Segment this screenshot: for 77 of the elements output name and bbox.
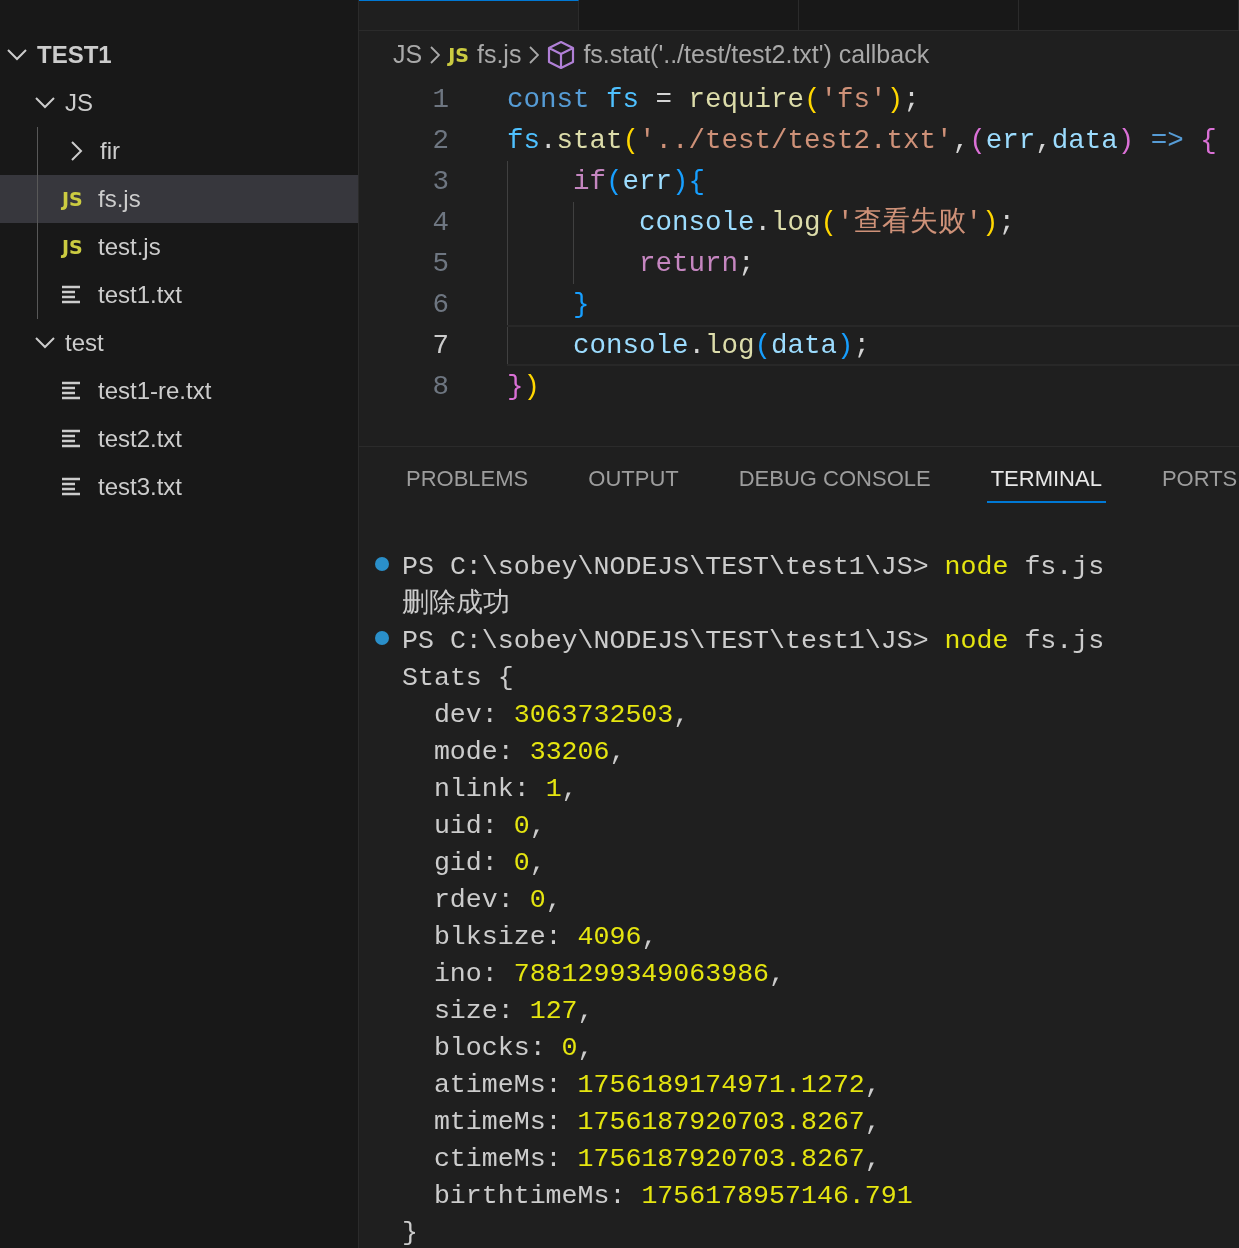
code-line: console.log(data); [507, 325, 1239, 366]
terminal-line: mtimeMs: 1756187920703.8267, [433, 1105, 881, 1139]
chevron-right-icon [430, 46, 441, 64]
terminal-line: nlink: 1, [433, 772, 578, 806]
chevron-down-icon [7, 49, 27, 61]
cube-icon [547, 40, 576, 70]
tree-label: test1-re.txt [98, 376, 212, 406]
tree-label: test3.txt [98, 472, 183, 502]
text-lines-icon [62, 285, 80, 305]
line-number: 2 [431, 123, 450, 158]
text-lines-icon [62, 381, 80, 401]
terminal-line: birthtimeMs: 1756178957146.791 [433, 1179, 913, 1213]
terminal-line: } [402, 1216, 418, 1248]
line-number: 7 [431, 328, 450, 363]
terminal-line: ctimeMs: 1756187920703.8267, [433, 1142, 881, 1176]
line-number: 4 [431, 205, 450, 240]
chevron-down-icon [35, 97, 55, 109]
breadcrumb-item[interactable]: JS [393, 36, 423, 74]
status-dot-icon [375, 631, 389, 645]
terminal-line: rdev: 0, [433, 883, 562, 917]
chevron-right-icon [529, 46, 540, 64]
tree-item[interactable]: JS [0, 79, 358, 127]
line-number: 6 [431, 287, 450, 322]
tree-label: test [65, 328, 104, 358]
chevron-down-icon [35, 337, 55, 349]
tree-item[interactable]: test2.txt [0, 415, 358, 463]
tree-label: fs.js [98, 184, 141, 214]
line-number: 1 [431, 82, 450, 117]
tree-item[interactable]: test [0, 319, 358, 367]
panel-tab[interactable]: PROBLEMS [402, 455, 533, 503]
tree-item[interactable]: JS fs.js [0, 175, 358, 223]
terminal-line: atimeMs: 1756189174971.1272, [433, 1068, 881, 1102]
breadcrumb-item[interactable]: fs.js [476, 36, 522, 74]
terminal-line: uid: 0, [433, 809, 546, 843]
code-line: if(err){ [507, 161, 1239, 202]
tree-item[interactable]: TEST1 [0, 31, 358, 79]
tree-label: TEST1 [37, 40, 112, 70]
js-file-icon: JS [62, 184, 83, 214]
js-file-icon: JS [62, 232, 83, 262]
line-number: 5 [431, 246, 450, 281]
line-number: 8 [431, 369, 450, 404]
tree-label: test1.txt [98, 280, 183, 310]
terminal-line: PS C:\sobey\NODEJS\TEST\test1\JS> node fs.js [402, 550, 1105, 584]
terminal-line: blksize: 4096, [433, 920, 658, 954]
chevron-right-icon [71, 141, 83, 161]
tree-label: fir [100, 136, 120, 166]
panel-tab[interactable]: TERMINAL [986, 455, 1106, 503]
terminal-line: ino: 7881299349063986, [433, 957, 785, 991]
status-dot-icon [375, 557, 389, 571]
tree-item[interactable]: test1-re.txt [0, 367, 358, 415]
code-line: console.log('查看失败'); [507, 202, 1239, 243]
text-lines-icon [62, 477, 80, 497]
code-line: fs.stat('../test/test2.txt',(err,data) => { [507, 123, 1218, 158]
terminal-line: 删除成功 [402, 587, 510, 621]
code-line: }) [507, 369, 542, 404]
panel-tab[interactable]: PORTS [1157, 455, 1239, 503]
terminal-line: Stats { [402, 661, 514, 695]
code-line: const fs = require('fs'); [507, 82, 921, 117]
terminal-line: blocks: 0, [433, 1031, 594, 1065]
panel-tab[interactable]: OUTPUT [584, 455, 683, 503]
editor-tab[interactable] [359, 0, 579, 30]
terminal-line: PS C:\sobey\NODEJS\TEST\test1\JS> node fs.js [402, 624, 1105, 658]
code-line: return; [507, 243, 1239, 284]
code-line: } [507, 284, 1239, 325]
panel-tab[interactable]: DEBUG CONSOLE [734, 455, 935, 503]
tree-label: JS [65, 88, 93, 118]
terminal-line: mode: 33206, [433, 735, 626, 769]
terminal-line: dev: 3063732503, [433, 698, 690, 732]
tree-item[interactable]: test3.txt [0, 463, 358, 511]
text-lines-icon [62, 429, 80, 449]
js-file-icon: JS [448, 40, 469, 70]
terminal-line: size: 127, [433, 994, 594, 1028]
tree-label: test2.txt [98, 424, 183, 454]
terminal-line: gid: 0, [433, 846, 546, 880]
line-number: 3 [431, 164, 450, 199]
tree-label: test.js [98, 232, 161, 262]
breadcrumb-item[interactable]: fs.stat('../test/test2.txt') callback [583, 36, 930, 74]
